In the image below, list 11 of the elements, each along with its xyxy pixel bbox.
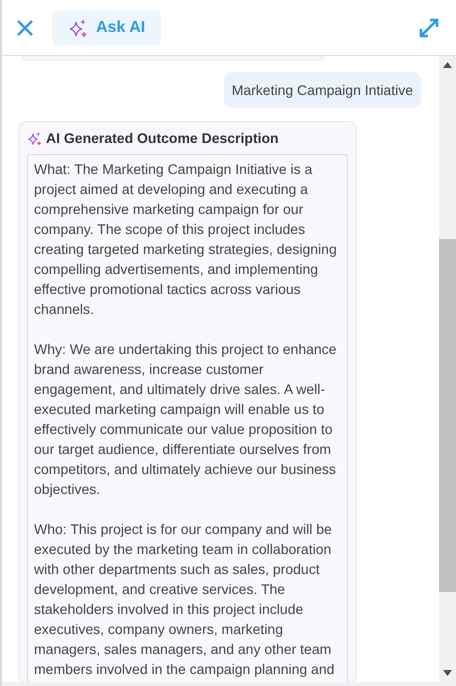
description-field[interactable]: What: The Marketing Campaign Initiative is a project aimed at developing and executing a comprehensive marketing campaign for our company. The scope of this project includes creating targeted marketing strategies, designing compelling advertisements, and implementing effective promotional tactics across various channels. Why: We are undertaking this project to enhance brand awareness, increase customer engagement, and ultimately drive sales. A well-executed marketing campaign will enable us to effectively communicate our value proposition to our target audience, differentiate ourselves from competitors, and ultimately achieve our business objectives. Who: This project is for our company and will be executed by the marketing team in collaboration with other departments such as sales, product development, and creative services. The stakeholders involved in this project include executives, company owners, marketing managers, sales managers, and any other team members involved in the campaign planning and bbox=[27, 154, 348, 682]
scroll-down-icon[interactable] bbox=[443, 670, 452, 676]
sparkle-icon bbox=[27, 130, 42, 146]
scroll-up-icon[interactable] bbox=[443, 62, 452, 68]
expand-icon bbox=[418, 16, 440, 38]
close-icon bbox=[16, 18, 34, 36]
scrollbar[interactable] bbox=[439, 56, 456, 682]
user-message: Marketing Campaign Intiative bbox=[224, 72, 421, 108]
sparkle-icon bbox=[68, 18, 88, 38]
scrollbar-thumb[interactable] bbox=[439, 239, 456, 592]
card-title: AI Generated Outcome Description bbox=[46, 130, 279, 146]
